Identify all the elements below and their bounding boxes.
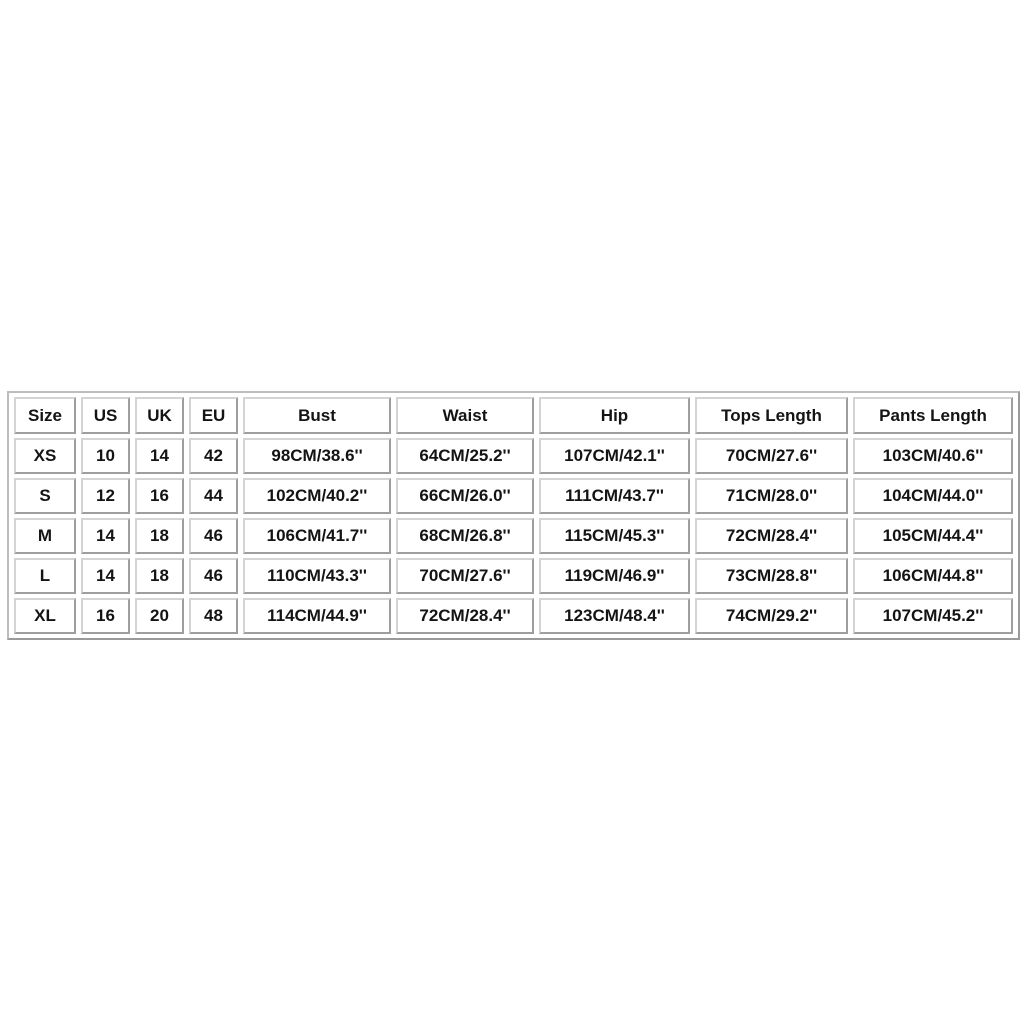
cell-bust: 110CM/43.3'' [243,558,391,594]
table-row: M 14 18 46 106CM/41.7'' 68CM/26.8'' 115C… [14,518,1013,554]
header-uk: UK [135,397,184,434]
cell-bust: 98CM/38.6'' [243,438,391,474]
header-us: US [81,397,130,434]
cell-uk: 20 [135,598,184,634]
cell-uk: 18 [135,518,184,554]
cell-bust: 102CM/40.2'' [243,478,391,514]
cell-waist: 72CM/28.4'' [396,598,534,634]
cell-pants-length: 104CM/44.0'' [853,478,1013,514]
cell-hip: 123CM/48.4'' [539,598,690,634]
cell-us: 16 [81,598,130,634]
table-row: S 12 16 44 102CM/40.2'' 66CM/26.0'' 111C… [14,478,1013,514]
cell-eu: 42 [189,438,238,474]
cell-size: XL [14,598,76,634]
cell-tops-length: 70CM/27.6'' [695,438,848,474]
cell-bust: 106CM/41.7'' [243,518,391,554]
header-waist: Waist [396,397,534,434]
cell-uk: 18 [135,558,184,594]
cell-hip: 107CM/42.1'' [539,438,690,474]
cell-hip: 115CM/45.3'' [539,518,690,554]
cell-bust: 114CM/44.9'' [243,598,391,634]
header-bust: Bust [243,397,391,434]
table-row: XL 16 20 48 114CM/44.9'' 72CM/28.4'' 123… [14,598,1013,634]
header-pants-length: Pants Length [853,397,1013,434]
cell-tops-length: 74CM/29.2'' [695,598,848,634]
cell-waist: 70CM/27.6'' [396,558,534,594]
cell-hip: 111CM/43.7'' [539,478,690,514]
table-row: XS 10 14 42 98CM/38.6'' 64CM/25.2'' 107C… [14,438,1013,474]
cell-size: S [14,478,76,514]
header-hip: Hip [539,397,690,434]
header-size: Size [14,397,76,434]
cell-eu: 46 [189,558,238,594]
cell-eu: 48 [189,598,238,634]
table-row: L 14 18 46 110CM/43.3'' 70CM/27.6'' 119C… [14,558,1013,594]
cell-waist: 64CM/25.2'' [396,438,534,474]
cell-eu: 46 [189,518,238,554]
cell-pants-length: 107CM/45.2'' [853,598,1013,634]
cell-hip: 119CM/46.9'' [539,558,690,594]
cell-us: 12 [81,478,130,514]
cell-tops-length: 71CM/28.0'' [695,478,848,514]
cell-us: 14 [81,518,130,554]
cell-uk: 14 [135,438,184,474]
size-chart-table: Size US UK EU Bust Waist Hip Tops Length… [7,391,1020,640]
header-eu: EU [189,397,238,434]
cell-size: L [14,558,76,594]
header-row: Size US UK EU Bust Waist Hip Tops Length… [14,397,1013,434]
cell-waist: 66CM/26.0'' [396,478,534,514]
header-tops-length: Tops Length [695,397,848,434]
cell-pants-length: 106CM/44.8'' [853,558,1013,594]
cell-size: M [14,518,76,554]
cell-tops-length: 73CM/28.8'' [695,558,848,594]
cell-us: 14 [81,558,130,594]
cell-tops-length: 72CM/28.4'' [695,518,848,554]
cell-pants-length: 103CM/40.6'' [853,438,1013,474]
cell-waist: 68CM/26.8'' [396,518,534,554]
cell-us: 10 [81,438,130,474]
cell-uk: 16 [135,478,184,514]
cell-size: XS [14,438,76,474]
cell-eu: 44 [189,478,238,514]
cell-pants-length: 105CM/44.4'' [853,518,1013,554]
